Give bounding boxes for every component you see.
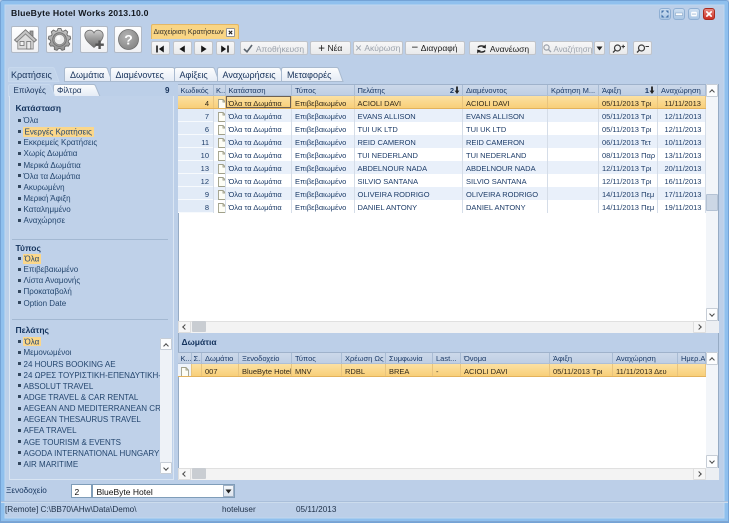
svg-text:?: ? [124, 32, 133, 48]
